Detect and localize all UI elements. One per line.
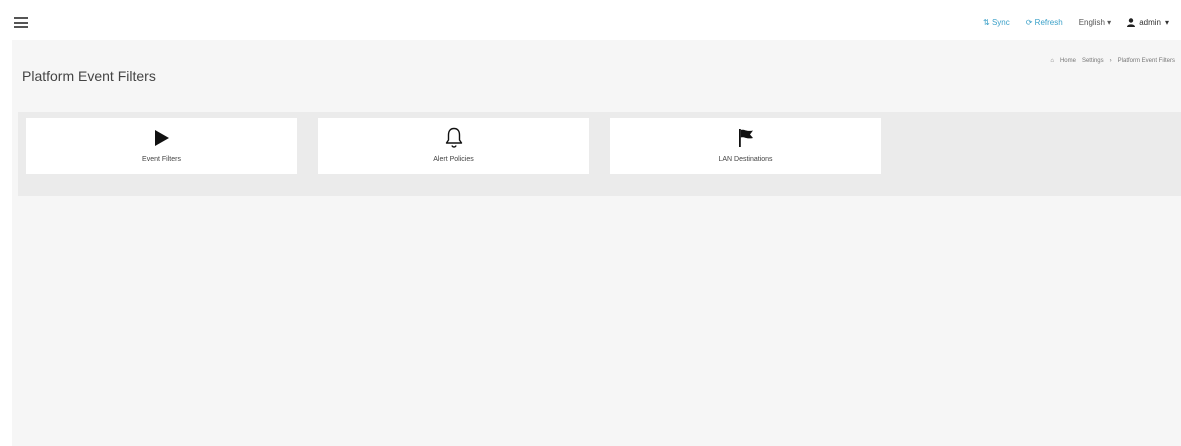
refresh-icon: ⟳ (1025, 18, 1033, 27)
play-icon (154, 130, 169, 146)
breadcrumb: ⌂ Home Settings › Platform Event Filters (1050, 58, 1175, 64)
tile-label: Alert Policies (433, 156, 474, 163)
tile-event-filters[interactable]: Event Filters (26, 118, 297, 174)
caret-down-icon: ▾ (1164, 18, 1169, 27)
page-title: Platform Event Filters (22, 68, 156, 84)
language-dropdown[interactable]: English ▾ (1079, 18, 1112, 27)
sync-icon: ⇅ (983, 18, 990, 27)
breadcrumb-separator: › (1109, 58, 1112, 64)
sync-label: Sync (991, 18, 1010, 27)
menu-icon[interactable] (14, 17, 28, 28)
tile-label: Event Filters (142, 156, 181, 163)
main-content: Platform Event Filters ⌂ Home Settings ›… (12, 40, 1181, 446)
caret-down-icon: ▾ (1107, 18, 1112, 27)
tiles-panel: Event Filters Alert Policies LAN Destina… (18, 112, 1181, 196)
tile-label: LAN Destinations (718, 156, 773, 163)
breadcrumb-current: Platform Event Filters (1117, 58, 1175, 64)
home-icon: ⌂ (1050, 58, 1054, 64)
top-bar: ⇅ Sync ⟳ Refresh English ▾ admin ▾ (0, 0, 1181, 40)
refresh-label: Refresh (1034, 18, 1063, 27)
bell-icon (445, 127, 462, 148)
sync-button[interactable]: ⇅ Sync (983, 18, 1010, 27)
refresh-button[interactable]: ⟳ Refresh (1026, 18, 1063, 27)
tile-lan-destinations[interactable]: LAN Destinations (610, 118, 881, 174)
top-nav: ⇅ Sync ⟳ Refresh English ▾ admin ▾ (983, 18, 1169, 27)
breadcrumb-settings[interactable]: Settings (1082, 58, 1104, 64)
language-label: English (1078, 18, 1105, 27)
flag-icon (738, 129, 753, 147)
tile-alert-policies[interactable]: Alert Policies (318, 118, 589, 174)
breadcrumb-home[interactable]: Home (1060, 58, 1076, 64)
user-dropdown[interactable]: admin ▾ (1127, 18, 1169, 27)
user-icon (1127, 18, 1136, 27)
user-label: admin (1139, 18, 1161, 27)
